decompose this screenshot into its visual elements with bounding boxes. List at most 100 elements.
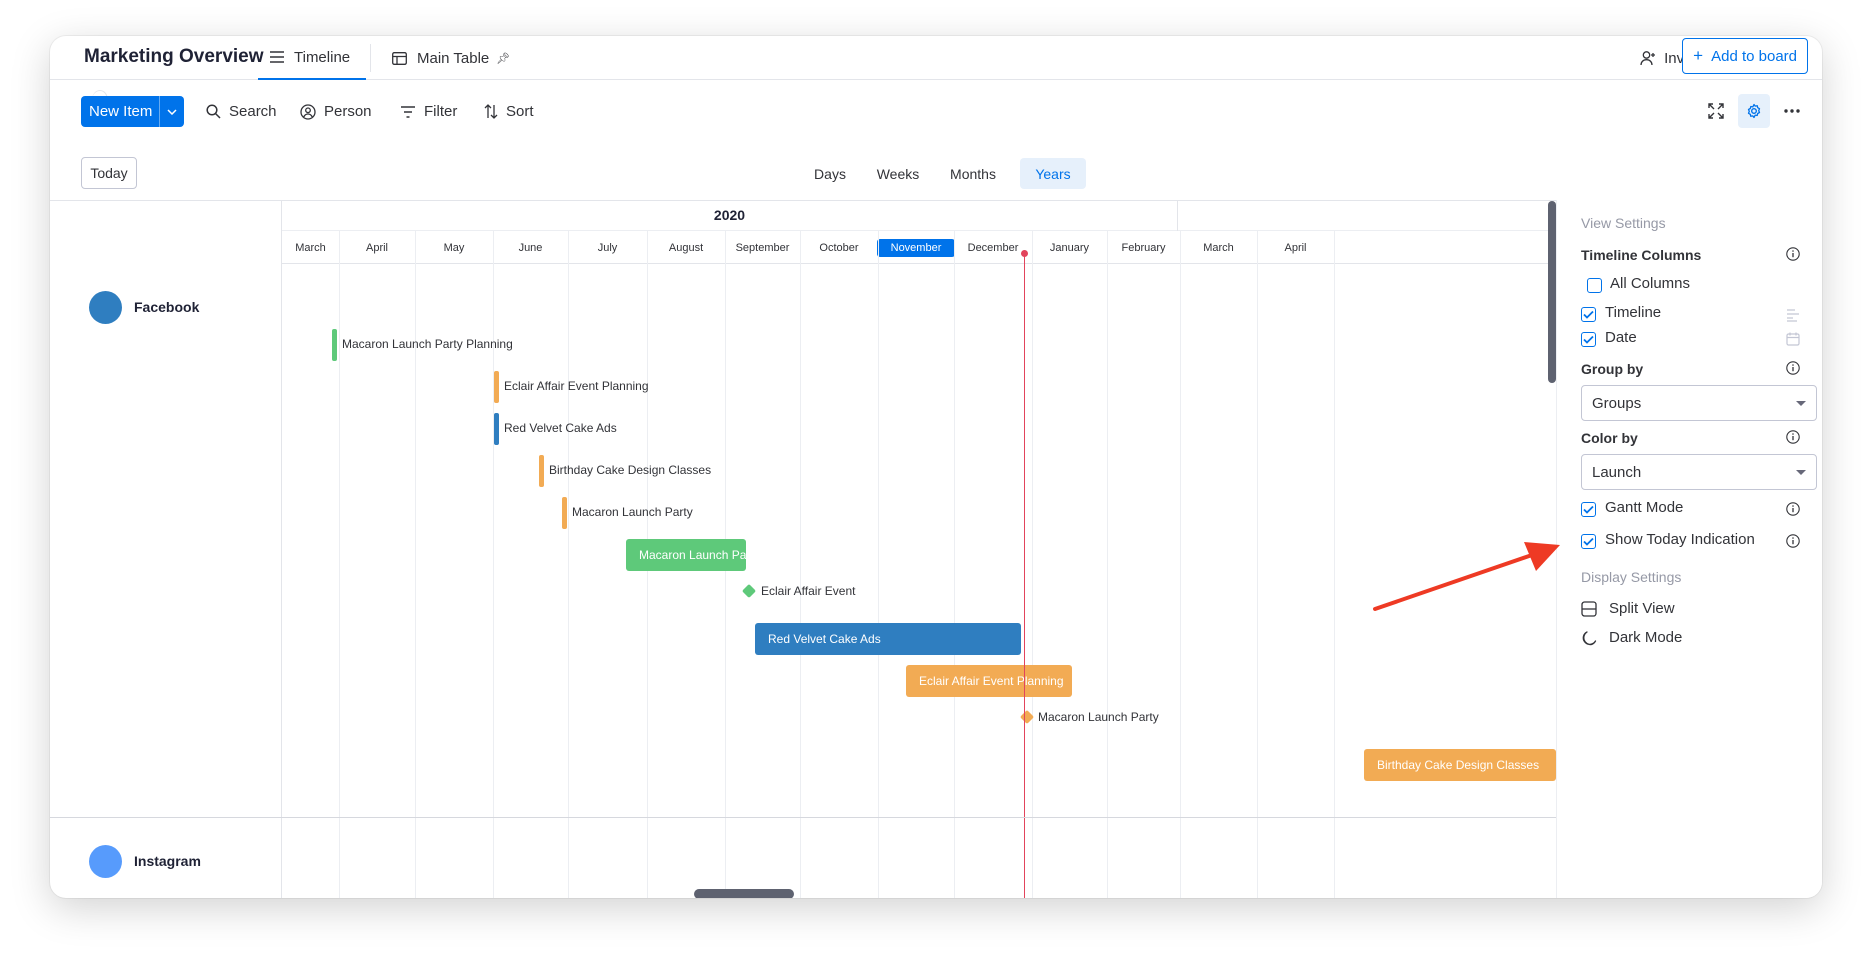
dropdown-arrow-icon bbox=[1796, 470, 1806, 475]
task-marker[interactable] bbox=[562, 497, 567, 529]
timeline-columns-label: Timeline Columns bbox=[1581, 247, 1702, 263]
month-label: October bbox=[819, 241, 859, 254]
year-header: 2020 bbox=[282, 201, 1556, 231]
group-row-facebook[interactable]: Facebook bbox=[50, 287, 282, 327]
calendar-icon bbox=[1786, 332, 1800, 346]
task-marker[interactable] bbox=[539, 455, 544, 487]
task-label[interactable]: Eclair Affair Event Planning bbox=[504, 379, 649, 393]
new-item-dropdown-toggle[interactable] bbox=[159, 96, 184, 127]
timeline-column-label: Timeline bbox=[1605, 304, 1662, 321]
color-by-dropdown[interactable]: Launch bbox=[1581, 454, 1817, 490]
task-label[interactable]: Red Velvet Cake Ads bbox=[504, 421, 617, 435]
today-button[interactable]: Today bbox=[81, 157, 137, 189]
task-label[interactable]: Macaron Launch Party Planning bbox=[342, 337, 513, 351]
task-bar[interactable]: Eclair Affair Event Planning bbox=[906, 665, 1072, 697]
expand-icon bbox=[1708, 103, 1724, 119]
month-grid-line bbox=[1180, 231, 1181, 898]
task-marker[interactable] bbox=[494, 371, 499, 403]
app-window: Marketing Overview Timeline Main Table 📌… bbox=[50, 36, 1822, 898]
split-view-option[interactable]: Split View bbox=[1581, 600, 1675, 617]
fullscreen-button[interactable] bbox=[1700, 94, 1732, 128]
month-september: September bbox=[725, 231, 800, 264]
timeline-column-icon bbox=[1787, 309, 1799, 322]
check-icon bbox=[1583, 537, 1594, 546]
today-indicator-line bbox=[1024, 253, 1025, 898]
show-today-checkbox[interactable] bbox=[1581, 534, 1596, 549]
scale-days[interactable]: Days bbox=[804, 158, 856, 189]
task-bar[interactable]: Birthday Cake Design Classes bbox=[1364, 749, 1556, 781]
all-columns-checkbox[interactable] bbox=[1587, 278, 1602, 293]
group-by-dropdown[interactable]: Groups bbox=[1581, 385, 1817, 421]
pin-icon: 📌︎ bbox=[496, 52, 511, 65]
month-november: November bbox=[876, 231, 956, 264]
month-grid-line bbox=[800, 231, 801, 898]
tab-main-table[interactable]: Main Table 📌︎ bbox=[392, 36, 510, 80]
dark-mode-option[interactable]: Dark Mode bbox=[1581, 629, 1682, 646]
month-grid-line bbox=[493, 231, 494, 898]
all-columns-label: All Columns bbox=[1610, 275, 1691, 292]
scale-years[interactable]: Years bbox=[1020, 158, 1086, 189]
info-icon[interactable] bbox=[1786, 430, 1800, 444]
new-item-button[interactable]: New Item bbox=[81, 96, 184, 127]
month-grid-line bbox=[878, 231, 879, 898]
more-options-button[interactable] bbox=[1776, 94, 1808, 128]
scale-weeks[interactable]: Weeks bbox=[868, 158, 928, 189]
plus-icon: + bbox=[1693, 46, 1704, 65]
month-label: August bbox=[668, 241, 704, 254]
show-today-label: Show Today Indication bbox=[1605, 531, 1755, 548]
color-by-value: Launch bbox=[1592, 463, 1642, 481]
check-icon bbox=[1583, 335, 1594, 344]
person-icon bbox=[300, 103, 316, 120]
vertical-scrollbar[interactable] bbox=[1548, 201, 1556, 383]
task-label[interactable]: Macaron Launch Party bbox=[1038, 710, 1159, 724]
dropdown-arrow-icon bbox=[1796, 401, 1806, 406]
search-button[interactable]: Search bbox=[206, 96, 277, 127]
info-icon[interactable] bbox=[1786, 502, 1800, 516]
milestone-diamond[interactable] bbox=[741, 583, 757, 599]
info-icon[interactable] bbox=[1786, 361, 1800, 375]
task-label[interactable]: Eclair Affair Event bbox=[761, 584, 856, 598]
task-marker[interactable] bbox=[494, 413, 499, 445]
top-bar: Marketing Overview Timeline Main Table 📌… bbox=[50, 36, 1822, 80]
horizontal-scrollbar[interactable] bbox=[694, 889, 794, 898]
month-grid-line bbox=[1032, 231, 1033, 898]
task-label[interactable]: Birthday Cake Design Classes bbox=[549, 463, 711, 477]
date-column-label: Date bbox=[1605, 329, 1637, 346]
group-by-value: Groups bbox=[1592, 394, 1642, 412]
month-july: July bbox=[568, 231, 647, 264]
task-bar[interactable]: Red Velvet Cake Ads bbox=[755, 623, 1021, 655]
task-bar[interactable]: Macaron Launch Pa bbox=[626, 539, 746, 571]
scale-months[interactable]: Months bbox=[940, 158, 1006, 189]
color-by-label: Color by bbox=[1581, 430, 1638, 446]
search-icon bbox=[206, 104, 221, 119]
timeline-column-checkbox[interactable] bbox=[1581, 307, 1596, 322]
group-name: Instagram bbox=[134, 853, 201, 869]
month-grid-line bbox=[1257, 231, 1258, 898]
month-label: April bbox=[365, 241, 388, 254]
info-icon[interactable] bbox=[1786, 247, 1800, 261]
group-divider bbox=[50, 817, 1556, 818]
split-view-icon bbox=[1581, 600, 1597, 617]
chevron-down-icon bbox=[167, 108, 177, 115]
month-label: May bbox=[443, 241, 465, 254]
task-marker[interactable] bbox=[332, 329, 337, 361]
gantt-mode-checkbox[interactable] bbox=[1581, 502, 1596, 517]
view-settings-panel: View Settings Timeline Columns All Colum… bbox=[1556, 200, 1822, 898]
sort-label: Sort bbox=[506, 103, 534, 120]
tab-timeline[interactable]: Timeline bbox=[258, 36, 366, 80]
month-grid-line bbox=[339, 231, 340, 898]
month-label: September bbox=[735, 241, 790, 254]
view-settings-button[interactable] bbox=[1738, 94, 1770, 128]
group-row-instagram[interactable]: Instagram bbox=[50, 841, 282, 881]
tab-main-table-label: Main Table bbox=[417, 49, 490, 67]
month-may: May bbox=[415, 231, 493, 264]
sort-button[interactable]: Sort bbox=[484, 96, 534, 127]
info-icon[interactable] bbox=[1786, 534, 1800, 548]
add-to-board-button[interactable]: + Add to board bbox=[1682, 38, 1808, 74]
new-item-label: New Item bbox=[89, 103, 153, 120]
task-label[interactable]: Macaron Launch Party bbox=[572, 505, 693, 519]
gear-icon bbox=[1747, 103, 1761, 119]
date-column-checkbox[interactable] bbox=[1581, 332, 1596, 347]
person-filter-button[interactable]: Person bbox=[300, 96, 372, 127]
filter-button[interactable]: Filter bbox=[400, 96, 457, 127]
